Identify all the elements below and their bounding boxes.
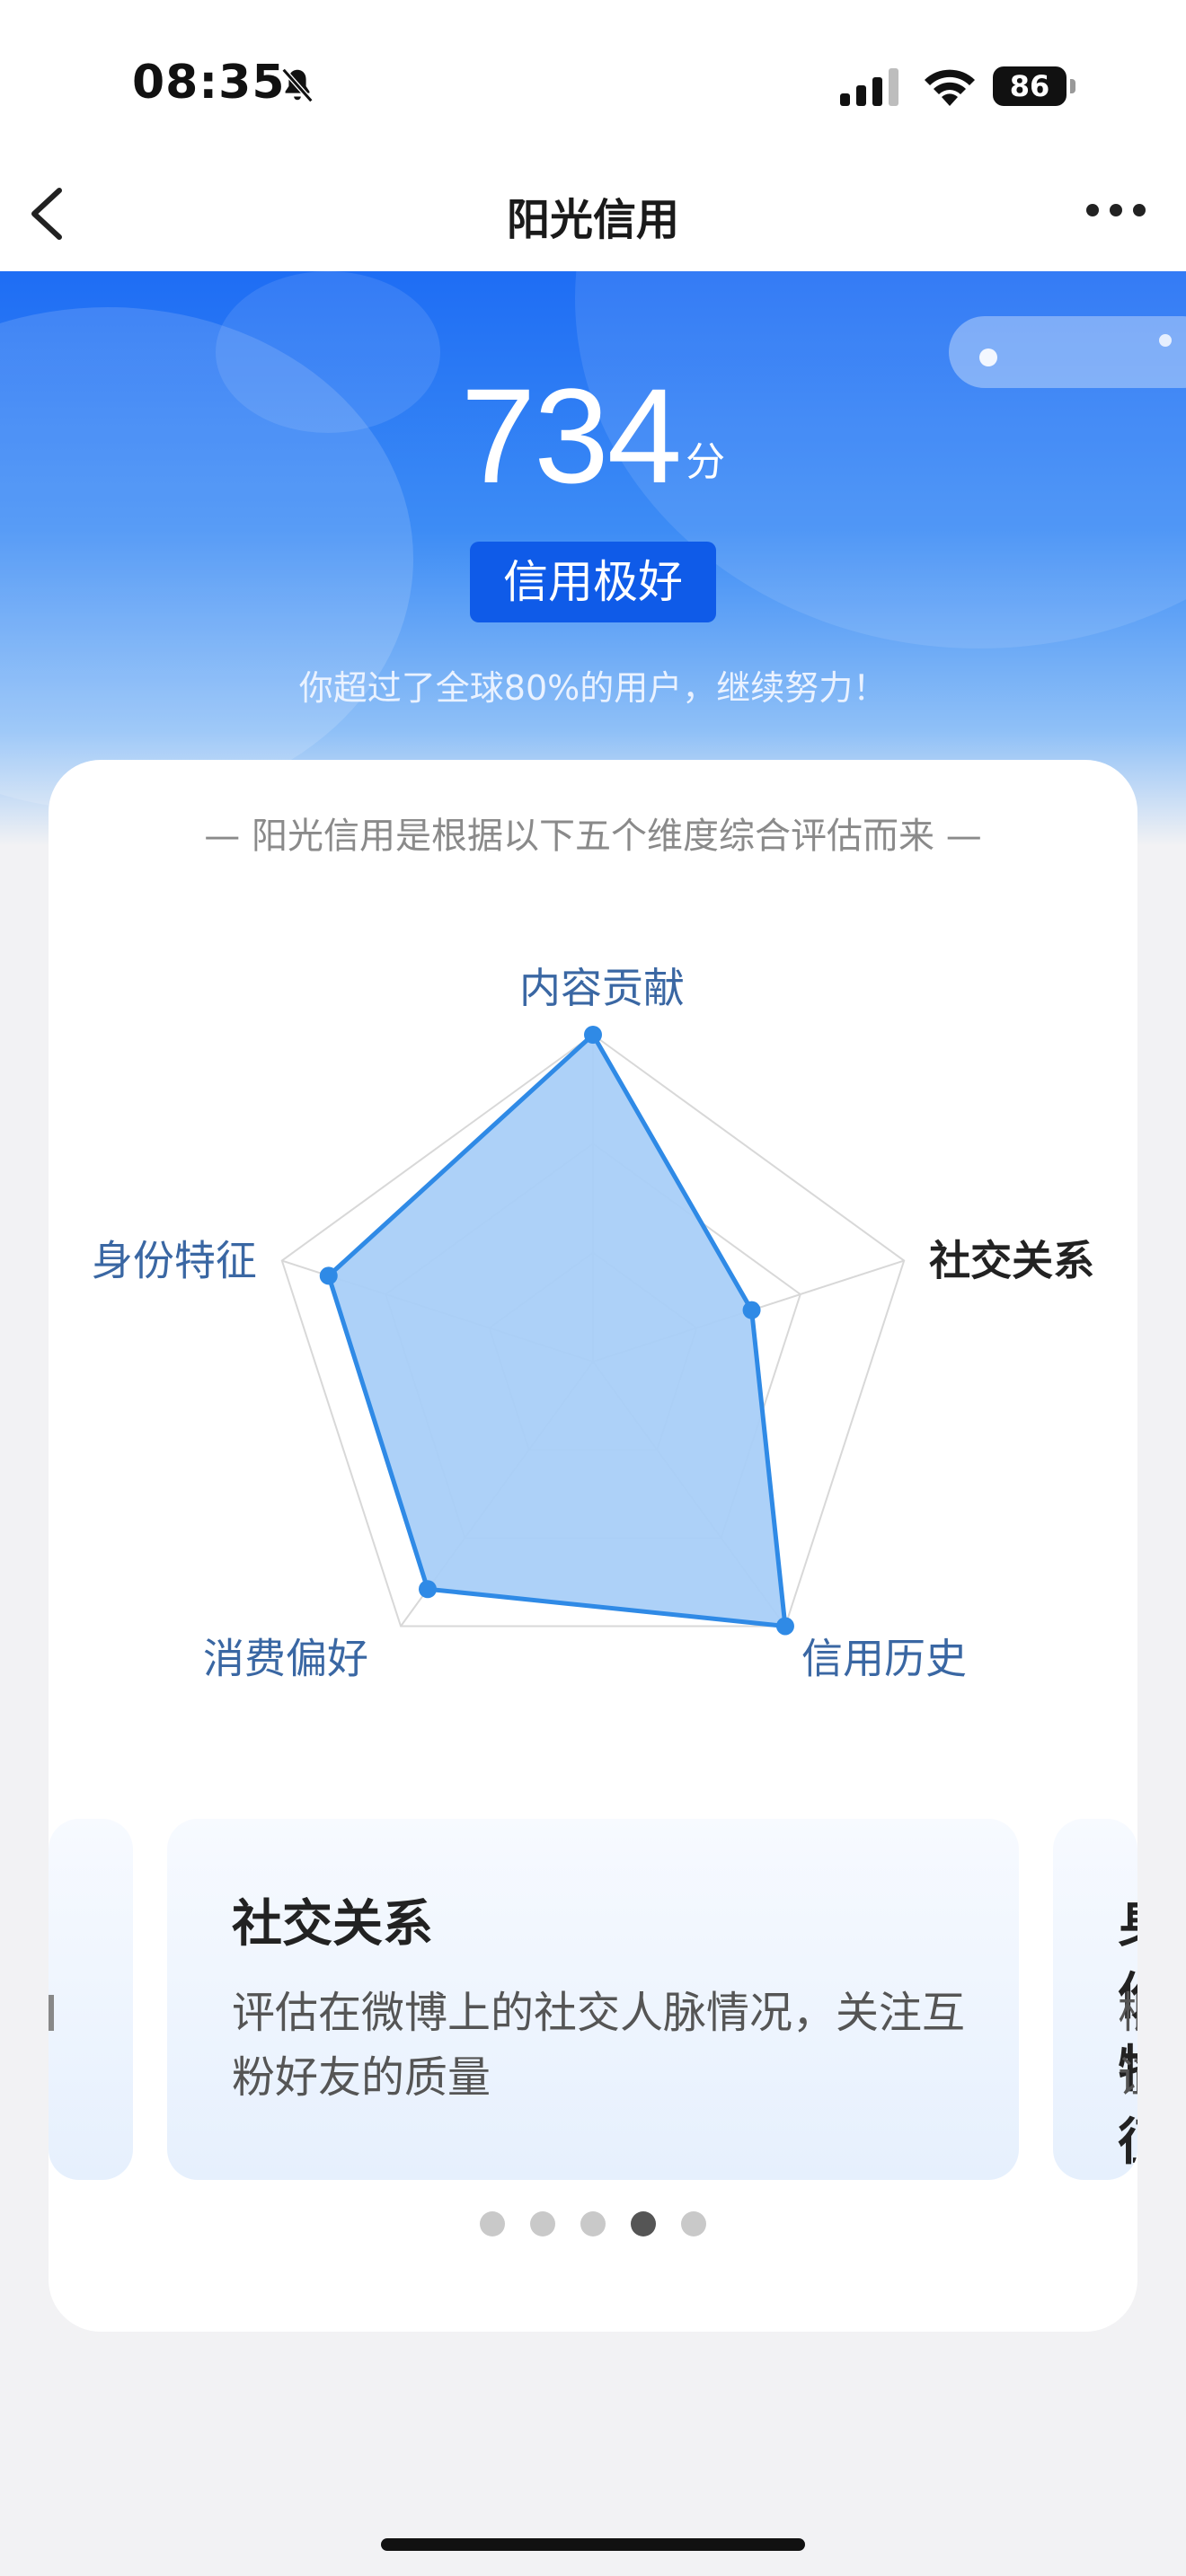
radar-point: [775, 1617, 794, 1636]
radar-axis-label[interactable]: 身份特征: [92, 1237, 257, 1285]
more-icon[interactable]: [1084, 199, 1148, 221]
page-title: 阳光信用: [506, 195, 679, 245]
radar-point: [319, 1266, 338, 1285]
beat-percentage-text: 你超过了全球80%的用户，继续努力！: [298, 668, 888, 708]
carousel-dot[interactable]: [681, 2211, 706, 2236]
carousel-slide-next[interactable]: 身份特征 根 证: [1053, 1819, 1137, 2180]
score-unit: 分: [686, 439, 726, 485]
radar-axis-label[interactable]: 社交关系: [929, 1237, 1094, 1285]
score-value: 734: [460, 360, 682, 511]
battery-level: 86: [993, 66, 1067, 106]
signal-icon: [840, 68, 898, 106]
carousel-dot[interactable]: [580, 2211, 606, 2236]
radar-point: [418, 1580, 437, 1599]
card-subtitle: — 阳光信用是根据以下五个维度综合评估而来 —: [204, 816, 982, 857]
radar-point: [584, 1026, 602, 1044]
radar-axis-label[interactable]: 消费偏好: [203, 1634, 368, 1682]
carousel-slide-prev[interactable]: [49, 1819, 133, 2180]
radar-point: [742, 1301, 761, 1319]
next-slide-desc-line1: 根: [1118, 1981, 1137, 2045]
carousel-dots[interactable]: [0, 2211, 1186, 2240]
home-indicator: [381, 2538, 805, 2551]
radar-area: [326, 1032, 788, 1628]
credit-level-badge: 信用极好: [470, 542, 716, 622]
wifi-icon: [925, 69, 975, 106]
slide-description: 评估在微博上的社交人脉情况，关注互粉好友的质量: [232, 1988, 966, 2103]
slide-title: 社交关系: [232, 1895, 433, 1954]
radar-axis-label[interactable]: 信用历史: [801, 1634, 967, 1682]
credit-score: 734 分: [0, 359, 1186, 512]
next-slide-desc-line2: 证: [1118, 2045, 1137, 2110]
radar-axis-label[interactable]: 内容贡献: [519, 964, 685, 1012]
carousel-slide-active[interactable]: 社交关系 评估在微博上的社交人脉情况，关注互粉好友的质量: [167, 1819, 1019, 2180]
radar-chart: 内容贡献社交关系信用历史 消费偏好 身份特征: [92, 964, 1094, 1682]
bell-off-icon: [281, 67, 314, 103]
carousel-dot[interactable]: [480, 2211, 505, 2236]
carousel-dot[interactable]: [530, 2211, 555, 2236]
carousel-dot[interactable]: [631, 2211, 656, 2236]
status-time: 08:35: [132, 56, 286, 110]
battery-icon: 86: [993, 66, 1077, 106]
